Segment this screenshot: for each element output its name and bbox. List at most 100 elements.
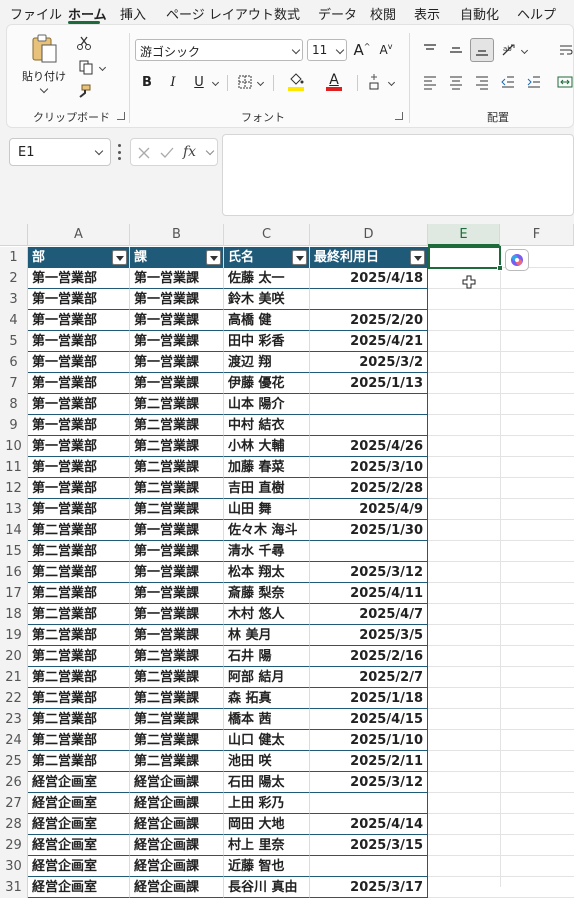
table-cell[interactable]: 第一営業部 bbox=[28, 457, 130, 478]
table-cell[interactable]: 第二営業部 bbox=[28, 583, 130, 604]
table-cell[interactable]: 第二営業部 bbox=[28, 520, 130, 541]
table-cell[interactable]: 第一営業課 bbox=[130, 331, 224, 352]
table-cell[interactable]: 木村 悠人 bbox=[224, 604, 310, 625]
column-header-d[interactable]: D bbox=[310, 224, 428, 246]
table-cell[interactable]: 2025/2/28 bbox=[310, 478, 428, 499]
table-cell[interactable]: 経営企画課 bbox=[130, 877, 224, 898]
row-header[interactable]: 27 bbox=[0, 793, 28, 814]
menu-item-3[interactable]: ページ レイアウト bbox=[166, 4, 274, 23]
row-header[interactable]: 25 bbox=[0, 751, 28, 772]
table-cell[interactable]: 第二営業課 bbox=[130, 478, 224, 499]
row-header[interactable]: 19 bbox=[0, 625, 28, 646]
row-header[interactable]: 23 bbox=[0, 709, 28, 730]
table-cell[interactable]: 第一営業課 bbox=[130, 289, 224, 310]
table-cell[interactable] bbox=[310, 289, 428, 310]
table-cell[interactable]: 2025/4/15 bbox=[310, 709, 428, 730]
table-cell[interactable]: 経営企画室 bbox=[28, 772, 130, 793]
filter-dropdown-icon[interactable] bbox=[112, 250, 127, 265]
font-color-button[interactable]: A bbox=[317, 71, 351, 93]
table-cell[interactable]: 経営企画室 bbox=[28, 856, 130, 877]
align-top-button[interactable] bbox=[419, 39, 441, 61]
table-cell[interactable]: 2025/4/14 bbox=[310, 814, 428, 835]
table-cell[interactable]: 第二営業部 bbox=[28, 562, 130, 583]
menu-item-6[interactable]: 校閲 bbox=[370, 4, 396, 23]
row-header[interactable]: 15 bbox=[0, 541, 28, 562]
table-cell[interactable]: 第一営業課 bbox=[130, 541, 224, 562]
font-name-select[interactable]: 游ゴシック bbox=[135, 39, 303, 61]
row-header[interactable]: 5 bbox=[0, 331, 28, 352]
table-cell[interactable]: 岡田 大地 bbox=[224, 814, 310, 835]
table-cell[interactable]: 第二営業部 bbox=[28, 625, 130, 646]
shrink-font-button[interactable]: Av bbox=[375, 39, 397, 61]
copilot-button[interactable] bbox=[505, 249, 529, 271]
row-header[interactable]: 26 bbox=[0, 772, 28, 793]
table-cell[interactable]: 第二営業課 bbox=[130, 709, 224, 730]
menu-item-4[interactable]: 数式 bbox=[274, 4, 300, 23]
table-cell[interactable]: 長谷川 真由 bbox=[224, 877, 310, 898]
table-cell[interactable]: 2025/3/12 bbox=[310, 562, 428, 583]
row-header[interactable]: 9 bbox=[0, 415, 28, 436]
table-cell[interactable]: 鈴木 美咲 bbox=[224, 289, 310, 310]
table-cell[interactable]: 第一営業部 bbox=[28, 478, 130, 499]
table-cell[interactable]: 加藤 春菜 bbox=[224, 457, 310, 478]
table-cell[interactable]: 第二営業課 bbox=[130, 415, 224, 436]
align-left-button[interactable] bbox=[419, 71, 441, 93]
table-cell[interactable]: 第二営業課 bbox=[130, 436, 224, 457]
table-cell[interactable]: 2025/1/10 bbox=[310, 730, 428, 751]
row-header[interactable]: 7 bbox=[0, 373, 28, 394]
table-cell[interactable]: 石井 陽 bbox=[224, 646, 310, 667]
table-cell[interactable]: 斎藤 梨奈 bbox=[224, 583, 310, 604]
paste-button[interactable]: 貼り付け bbox=[22, 33, 66, 95]
table-cell[interactable]: 第二営業課 bbox=[130, 646, 224, 667]
row-header[interactable]: 30 bbox=[0, 856, 28, 877]
table-cell[interactable]: 第二営業課 bbox=[130, 730, 224, 751]
filter-dropdown-icon[interactable] bbox=[292, 250, 307, 265]
table-cell[interactable]: 第一営業課 bbox=[130, 520, 224, 541]
table-cell[interactable]: 第一営業課 bbox=[130, 625, 224, 646]
table-cell[interactable]: 清水 千尋 bbox=[224, 541, 310, 562]
row-header[interactable]: 12 bbox=[0, 478, 28, 499]
cancel-icon[interactable] bbox=[137, 146, 151, 160]
table-cell[interactable]: 吉田 直樹 bbox=[224, 478, 310, 499]
table-cell[interactable]: 2025/4/7 bbox=[310, 604, 428, 625]
increase-indent-button[interactable] bbox=[523, 71, 545, 93]
decrease-indent-button[interactable] bbox=[497, 71, 519, 93]
table-cell[interactable]: 第一営業部 bbox=[28, 394, 130, 415]
name-box[interactable]: E1 bbox=[9, 138, 111, 166]
table-cell[interactable]: 第二営業部 bbox=[28, 646, 130, 667]
menu-item-7[interactable]: 表示 bbox=[414, 4, 440, 23]
table-cell[interactable]: 伊藤 優花 bbox=[224, 373, 310, 394]
underline-dropdown[interactable] bbox=[209, 71, 221, 93]
table-cell[interactable]: 第一営業部 bbox=[28, 499, 130, 520]
table-cell[interactable]: 第一営業部 bbox=[28, 289, 130, 310]
table-cell[interactable]: 第二営業部 bbox=[28, 751, 130, 772]
table-cell[interactable]: 2025/4/18 bbox=[310, 268, 428, 289]
table-cell[interactable]: 池田 咲 bbox=[224, 751, 310, 772]
table-cell[interactable]: 石田 陽太 bbox=[224, 772, 310, 793]
table-cell[interactable]: 経営企画室 bbox=[28, 835, 130, 856]
table-cell[interactable]: 2025/4/26 bbox=[310, 436, 428, 457]
table-cell[interactable]: 第一営業課 bbox=[130, 583, 224, 604]
check-icon[interactable] bbox=[159, 146, 175, 160]
column-header-f[interactable]: F bbox=[500, 224, 574, 246]
row-header[interactable]: 24 bbox=[0, 730, 28, 751]
table-cell[interactable]: 経営企画課 bbox=[130, 856, 224, 877]
table-cell[interactable]: 2025/3/2 bbox=[310, 352, 428, 373]
table-cell[interactable]: 2025/3/17 bbox=[310, 877, 428, 898]
copy-button[interactable] bbox=[73, 57, 109, 77]
table-cell[interactable]: 高橋 健 bbox=[224, 310, 310, 331]
table-cell[interactable]: 田中 彩香 bbox=[224, 331, 310, 352]
table-cell[interactable]: 経営企画室 bbox=[28, 814, 130, 835]
merge-center-button[interactable] bbox=[555, 71, 574, 93]
column-header-b[interactable]: B bbox=[130, 224, 224, 246]
row-header[interactable]: 8 bbox=[0, 394, 28, 415]
table-cell[interactable]: 山本 陽介 bbox=[224, 394, 310, 415]
table-cell[interactable]: 山口 健太 bbox=[224, 730, 310, 751]
menu-item-8[interactable]: 自動化 bbox=[460, 4, 499, 23]
table-cell[interactable]: 経営企画室 bbox=[28, 877, 130, 898]
table-cell[interactable]: 林 美月 bbox=[224, 625, 310, 646]
table-cell[interactable]: 2025/1/13 bbox=[310, 373, 428, 394]
table-cell[interactable]: 2025/3/15 bbox=[310, 835, 428, 856]
table-cell[interactable]: 2025/4/9 bbox=[310, 499, 428, 520]
table-cell[interactable]: 2025/4/11 bbox=[310, 583, 428, 604]
